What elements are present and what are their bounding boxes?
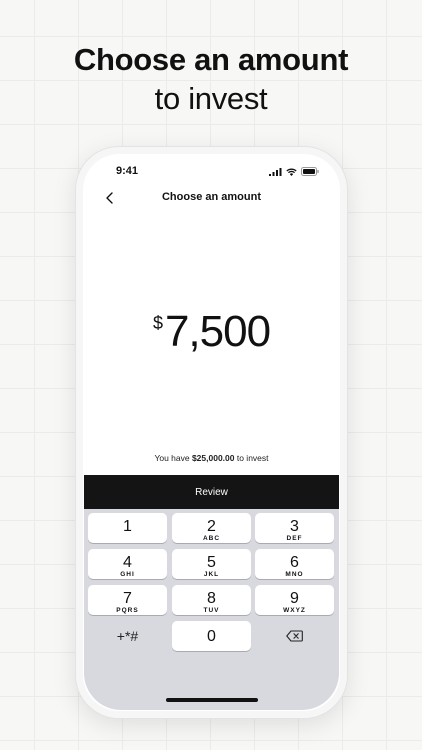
headline: Choose an amount to invest (0, 40, 422, 118)
key-letters: MNO (285, 571, 304, 578)
phone-screen: 9:41 Choose an amount $7,500 You have $2… (84, 155, 339, 710)
key-digit: 2 (207, 518, 216, 535)
key-7[interactable]: 7 PQRS (88, 585, 167, 615)
key-0[interactable]: 0 (172, 621, 251, 651)
key-digit: 6 (290, 554, 299, 571)
amount-display: $7,500 (84, 307, 339, 357)
available-balance: You have $25,000.00 to invest (84, 453, 339, 463)
key-letters: DEF (286, 535, 303, 542)
backspace-icon (286, 630, 303, 642)
review-button[interactable]: Review (84, 475, 339, 509)
key-digit: 4 (123, 554, 132, 571)
key-letters: WXYZ (283, 607, 306, 614)
home-indicator (166, 698, 258, 702)
key-4[interactable]: 4 GHI (88, 549, 167, 579)
key-1[interactable]: 1 (88, 513, 167, 543)
status-time: 9:41 (116, 165, 139, 177)
balance-prefix: You have (154, 453, 192, 463)
status-bar: 9:41 (84, 165, 339, 181)
numeric-keypad: 1 2 ABC 3 DEF 4 GHI 5 JKL 6 MNO 7 PQRS 8 TUV 9W… (84, 509, 339, 710)
key-letters: TUV (203, 607, 220, 614)
delete-key[interactable] (255, 621, 334, 651)
signal-icon (269, 167, 282, 176)
phone-frame: 9:41 Choose an amount $7,500 You have $2… (75, 146, 348, 719)
key-digit: 1 (123, 518, 132, 535)
review-label: Review (195, 486, 228, 498)
nav-title: Choose an amount (161, 191, 261, 203)
wifi-icon (286, 168, 297, 176)
balance-suffix: to invest (234, 453, 269, 463)
symbols-key[interactable]: +*# (88, 621, 167, 651)
key-3[interactable]: 3 DEF (255, 513, 334, 543)
amount-value: 7,500 (164, 307, 271, 356)
key-letters: PQRS (116, 607, 139, 614)
key-letters: ABC (202, 535, 221, 542)
key-digit: 5 (207, 554, 216, 571)
key-2[interactable]: 2 ABC (172, 513, 251, 543)
key-letters: JKL (203, 571, 220, 578)
nav-bar: Choose an amount (84, 189, 339, 211)
key-digit: 9 (290, 590, 299, 607)
currency-symbol: $ (152, 313, 163, 333)
key-9[interactable]: 9 WXYZ (255, 585, 334, 615)
key-digit: 7 (123, 590, 132, 607)
battery-icon (301, 167, 319, 176)
key-digit: 0 (207, 628, 216, 645)
status-icons (269, 167, 319, 176)
headline-line-1: Choose an amount (73, 42, 349, 77)
key-8[interactable]: 8 TUV (172, 585, 251, 615)
balance-amount: $25,000.00 (191, 453, 235, 463)
key-digit: 3 (290, 518, 299, 535)
key-5[interactable]: 5 JKL (172, 549, 251, 579)
headline-line-2: to invest (154, 81, 268, 116)
key-letters: GHI (120, 571, 135, 578)
key-6[interactable]: 6 MNO (255, 549, 334, 579)
key-digit: 8 (207, 590, 216, 607)
